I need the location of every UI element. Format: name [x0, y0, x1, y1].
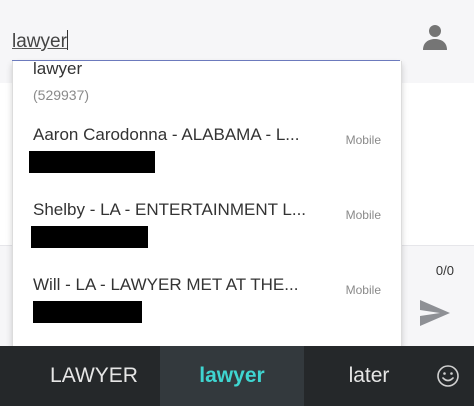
- contact-suggestion[interactable]: Shelby - LA - ENTERTAINMENT L... Mobile: [13, 188, 401, 263]
- redacted-phone-number: [31, 226, 148, 248]
- recipient-suggestions-dropdown: lawyer (529937) Aaron Carodonna - ALABAM…: [12, 61, 402, 347]
- keyboard-suggestion[interactable]: later: [304, 346, 434, 406]
- contact-name: Aaron Carodonna - ALABAMA - L...: [33, 125, 300, 144]
- contact-name: Will - LA - LAWYER MET AT THE...: [33, 275, 299, 294]
- send-icon[interactable]: [418, 298, 452, 328]
- contact-phone-type: Mobile: [345, 208, 381, 222]
- contact-name: Shelby - LA - ENTERTAINMENT L...: [33, 200, 307, 219]
- search-term-count: (529937): [33, 87, 90, 103]
- redacted-phone-number: [29, 151, 155, 173]
- character-counter: 0/0: [435, 263, 454, 278]
- contact-suggestion[interactable]: Aaron Carodonna - ALABAMA - L... Mobile: [13, 113, 401, 188]
- contact-suggestion[interactable]: Will - LA - LAWYER MET AT THE... Mobile: [13, 263, 401, 338]
- contact-phone-type: Mobile: [345, 283, 381, 297]
- text-caret: [66, 30, 68, 50]
- search-term-suggestion[interactable]: lawyer (529937): [13, 61, 401, 113]
- contact-phone-type: Mobile: [345, 133, 381, 147]
- redacted-phone-number: [33, 301, 142, 323]
- keyboard-suggestion-strip: LAWYER lawyer later: [0, 346, 474, 406]
- keyboard-suggestion-selected[interactable]: lawyer: [160, 346, 304, 406]
- recipient-text: lawyer: [12, 31, 67, 52]
- smiley-icon[interactable]: [436, 364, 460, 388]
- person-icon[interactable]: [420, 22, 450, 52]
- recipient-input[interactable]: lawyer: [12, 24, 400, 61]
- search-term-label: lawyer: [33, 61, 83, 78]
